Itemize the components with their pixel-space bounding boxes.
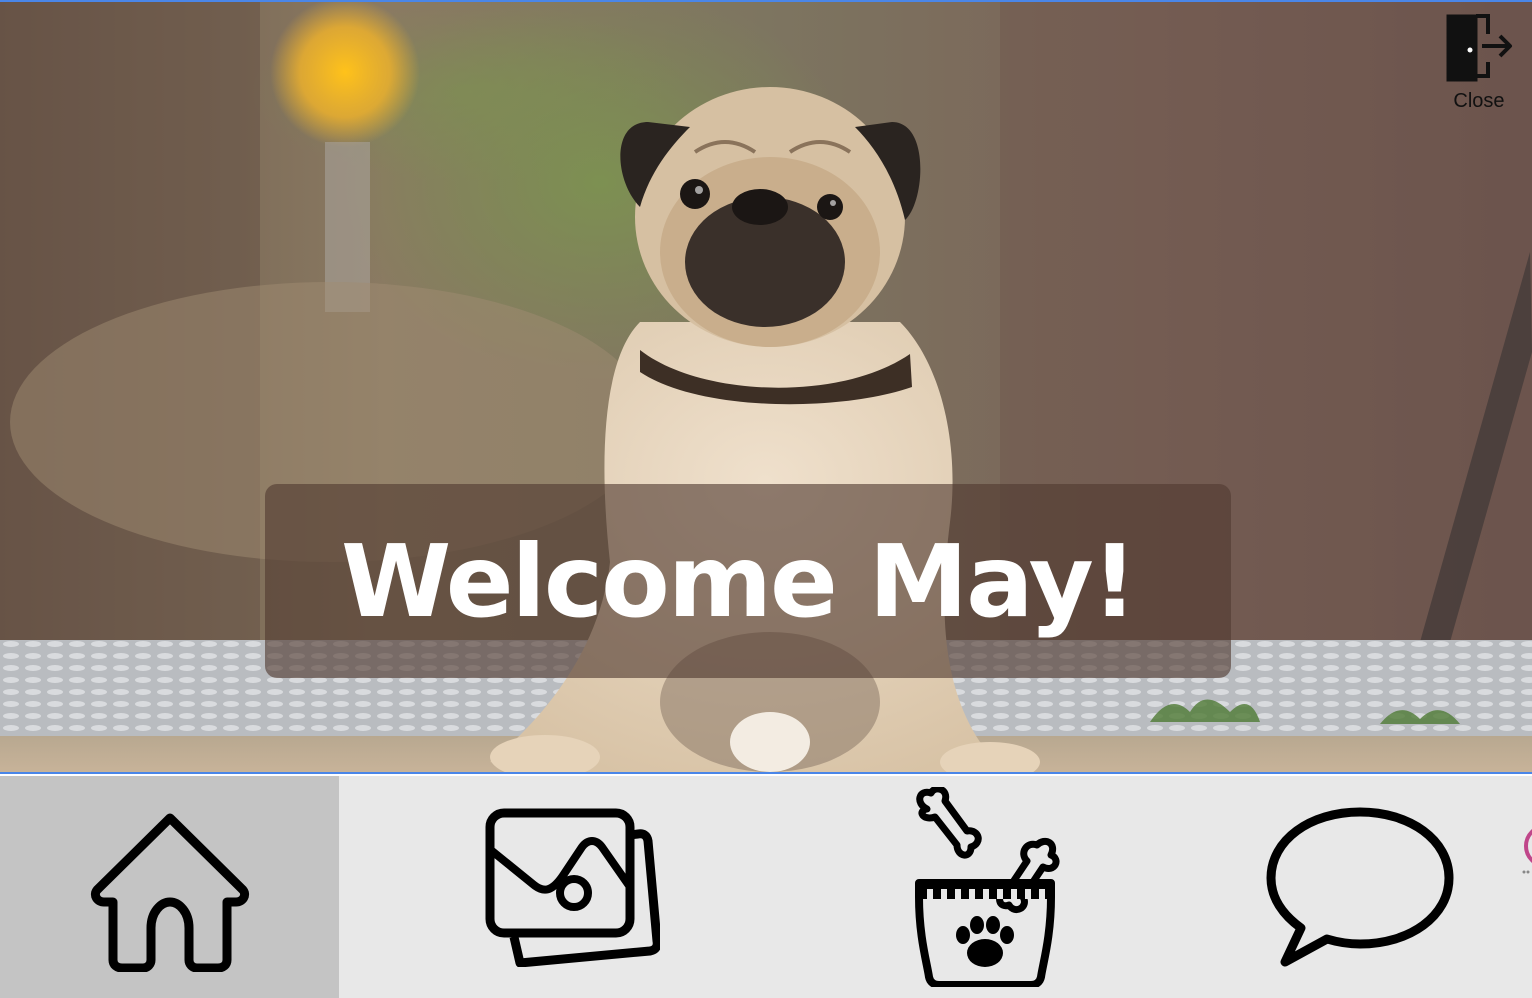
- welcome-banner: Welcome May!: [265, 484, 1231, 678]
- nav-item-gallery[interactable]: [400, 776, 740, 998]
- bottom-navigation: [0, 776, 1532, 998]
- exit-door-icon: [1446, 14, 1512, 82]
- welcome-heading: Welcome May!: [341, 522, 1137, 640]
- dog-food-icon: [915, 787, 1060, 987]
- close-button[interactable]: Close: [1442, 12, 1516, 122]
- nav-item-home[interactable]: [0, 776, 339, 998]
- gallery-icon: [485, 808, 660, 967]
- app-root: Close Welcome May!: [0, 0, 1532, 998]
- nav-item-chat[interactable]: [1190, 776, 1530, 998]
- partial-avatar-icon: [1522, 829, 1532, 874]
- chat-bubble-icon: [1266, 807, 1454, 967]
- home-icon: [90, 813, 249, 972]
- hero-photo: Close Welcome May!: [0, 0, 1532, 774]
- nav-item-dog-food[interactable]: [815, 776, 1155, 998]
- close-label: Close: [1453, 90, 1505, 112]
